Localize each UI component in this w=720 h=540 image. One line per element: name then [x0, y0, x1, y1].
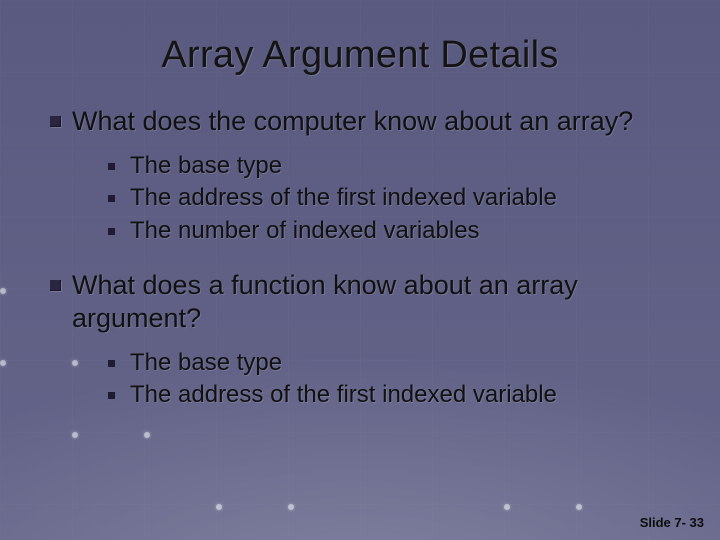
sub-bullet-item: The number of indexed variables — [108, 215, 670, 247]
sub-bullet-item: The base type — [108, 347, 670, 379]
bullet-text: What does a function know about an array… — [72, 270, 578, 333]
bullet-text: What does the computer know about an arr… — [72, 106, 633, 136]
slide-title: Array Argument Details — [50, 34, 670, 77]
sub-bullet-item: The address of the first indexed variabl… — [108, 379, 670, 411]
slide-number: Slide 7- 33 — [640, 515, 704, 530]
sub-bullet-item: The base type — [108, 150, 670, 182]
sub-bullet-item: The address of the first indexed variabl… — [108, 182, 670, 214]
sub-bullet-list: The base type The address of the first i… — [108, 347, 670, 412]
sub-bullet-list: The base type The address of the first i… — [108, 150, 670, 247]
bullet-item: What does a function know about an array… — [50, 269, 670, 412]
bullet-list: What does the computer know about an arr… — [50, 105, 670, 412]
slide: Array Argument Details What does the com… — [0, 0, 720, 540]
bullet-item: What does the computer know about an arr… — [50, 105, 670, 247]
